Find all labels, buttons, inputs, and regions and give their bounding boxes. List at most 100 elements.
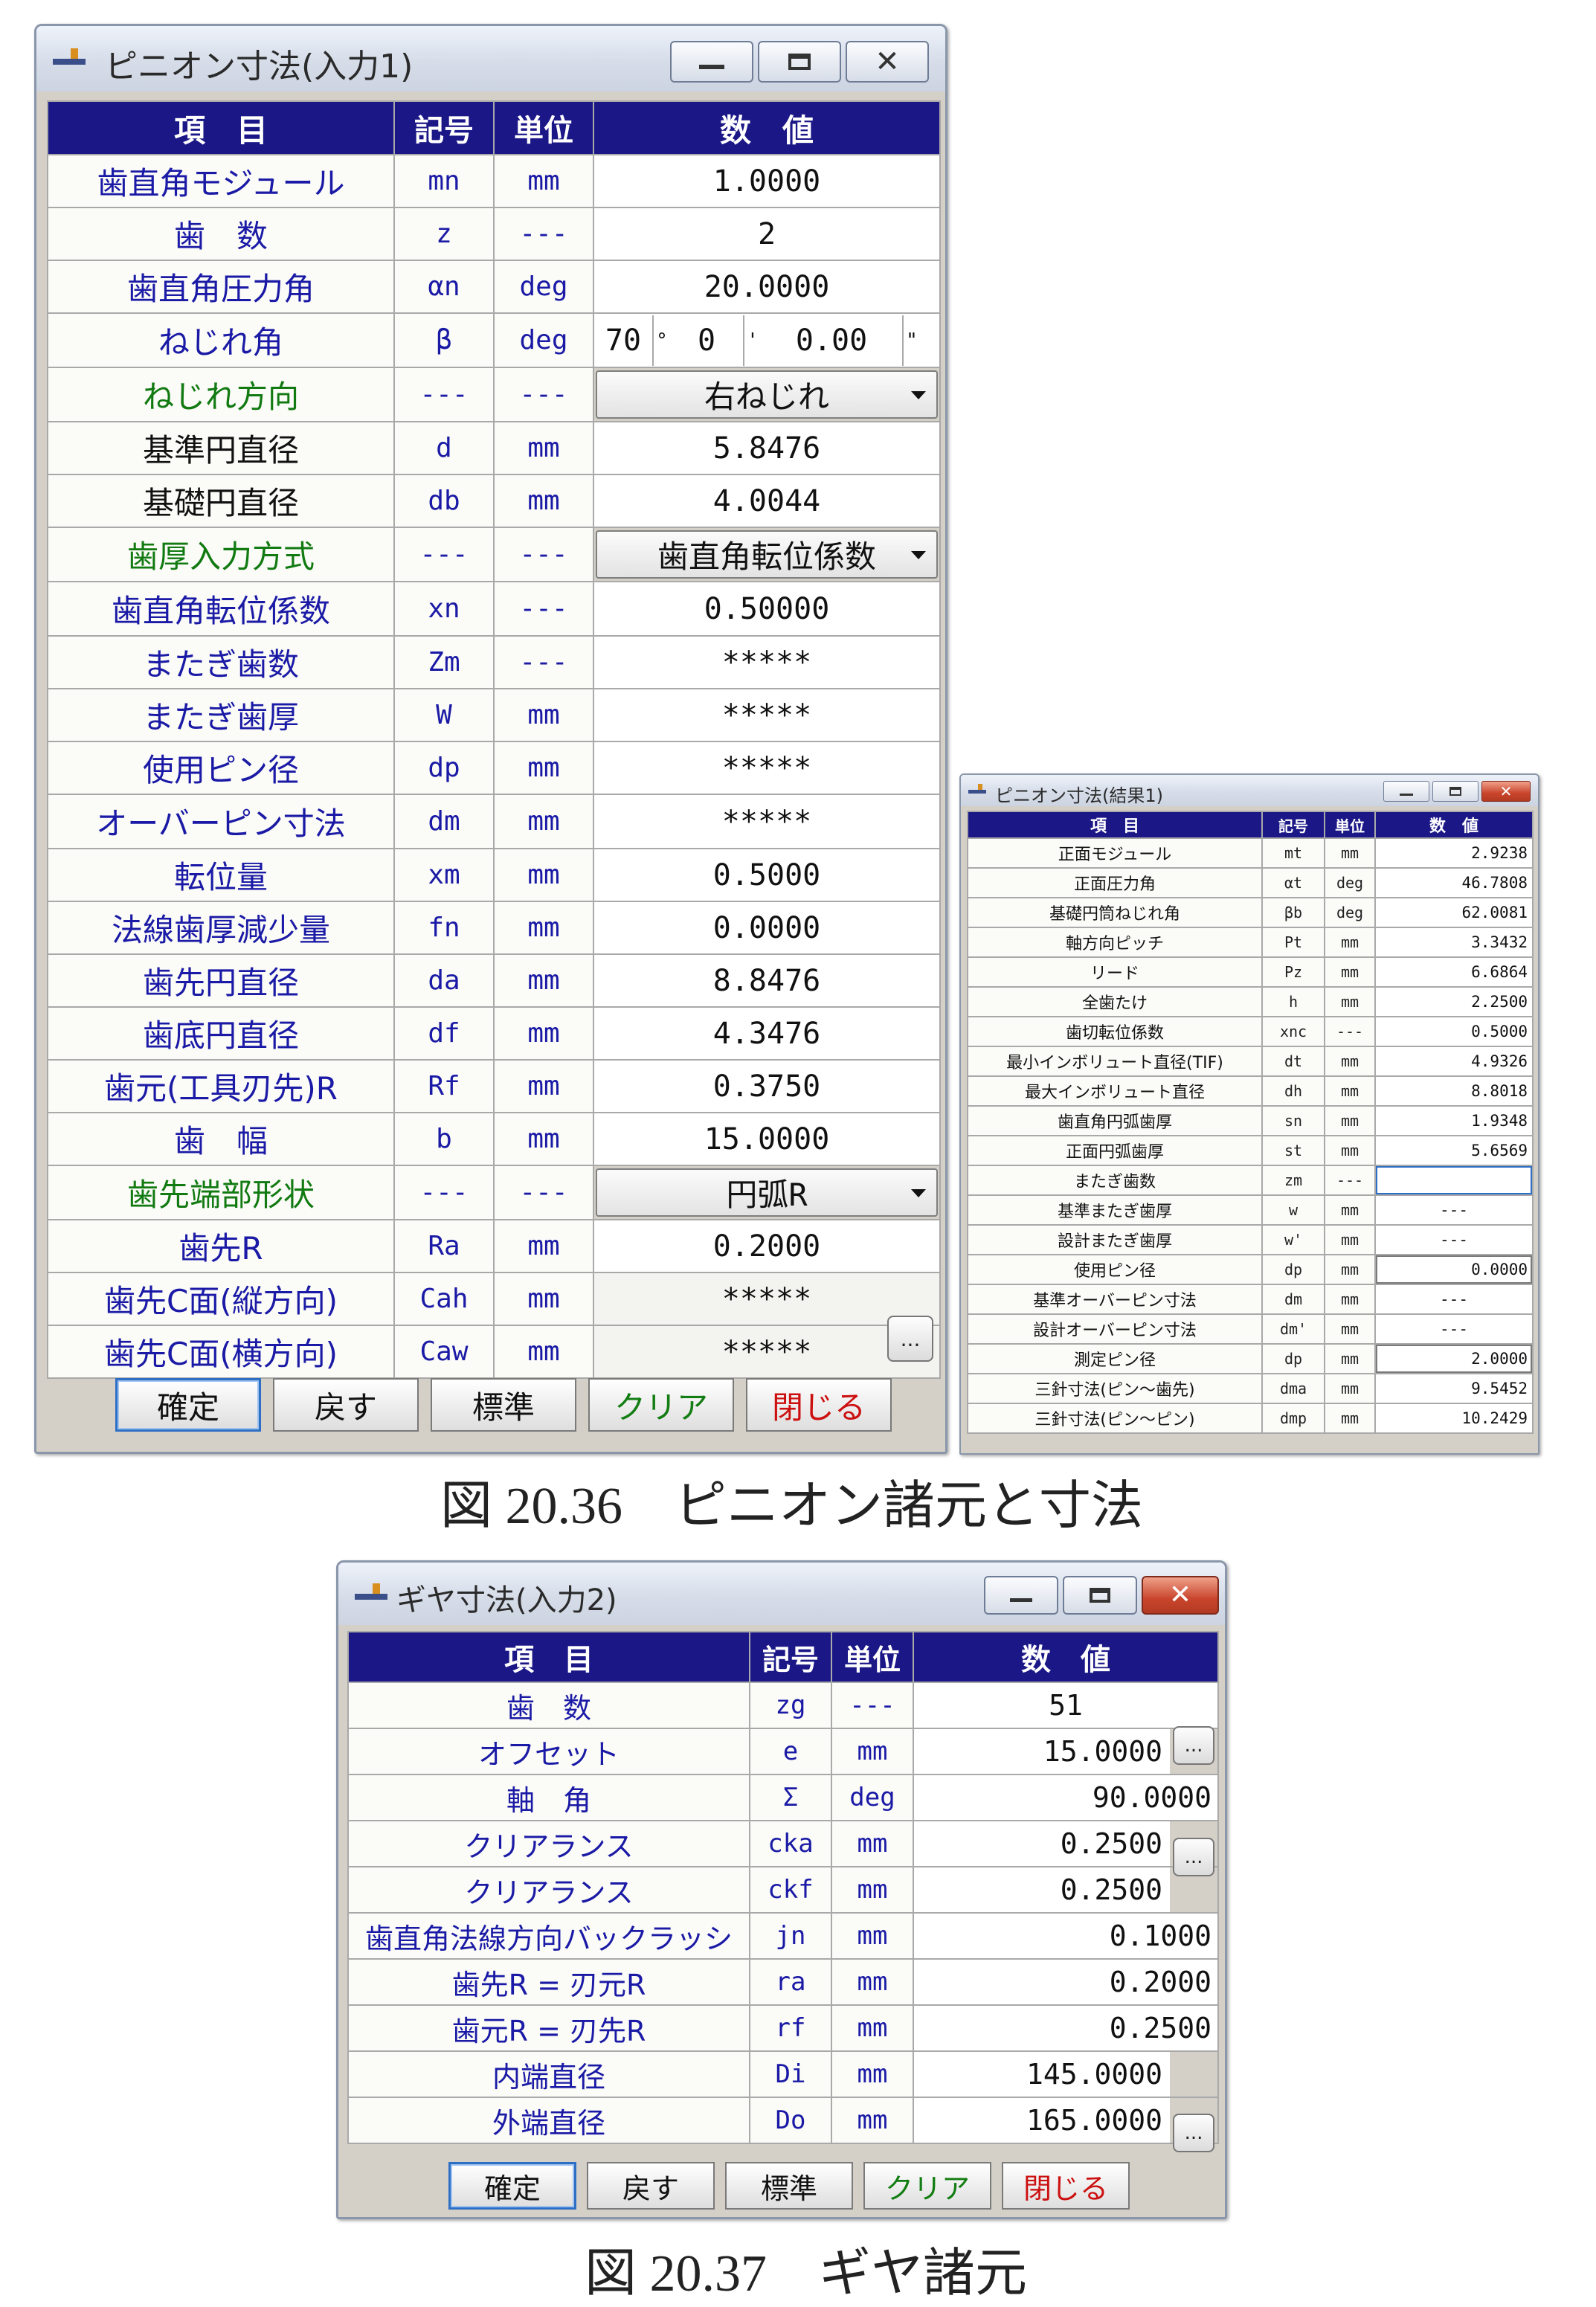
row-unit: deg <box>1324 897 1376 928</box>
diameter-detail-button[interactable]: ... <box>1173 2114 1214 2152</box>
chevron-down-icon <box>911 550 926 559</box>
row-value[interactable]: ***** <box>593 794 941 849</box>
offset-detail-button[interactable]: ... <box>1173 1726 1214 1765</box>
row-label: 最大インボリュート直径 <box>967 1075 1263 1107</box>
row-unit: mm <box>1324 837 1376 869</box>
row-value[interactable]: 90.0000 <box>913 1774 1219 1821</box>
gear-back-button[interactable]: 戻す <box>587 2162 715 2210</box>
gear-close-icon: ✕ <box>1168 1580 1192 1610</box>
gear-standard-button[interactable]: 標準 <box>725 2162 853 2210</box>
row-symbol: dma <box>1261 1373 1325 1404</box>
result-title-bar[interactable]: ピニオン寸法(結果1) ✕ <box>961 775 1538 808</box>
result-close-window-button[interactable]: ✕ <box>1481 781 1531 802</box>
row-value[interactable]: 15.0000 <box>593 1112 941 1166</box>
row-unit: mm <box>831 1820 914 1867</box>
row-input[interactable] <box>1374 1165 1534 1196</box>
gear-header-symbol: 記号 <box>749 1631 832 1683</box>
result-maximize-button[interactable] <box>1432 781 1478 802</box>
row-unit: --- <box>1324 1165 1376 1196</box>
row-unit: mm <box>831 2097 914 2144</box>
row-unit: mm <box>831 1866 914 1914</box>
row-value[interactable]: 0.50000 <box>593 581 941 637</box>
dropdown[interactable]: 歯直角転位係数 <box>596 530 938 579</box>
row-symbol: --- <box>393 527 495 582</box>
row-unit: mm <box>493 901 594 955</box>
row-symbol: cka <box>749 1820 832 1867</box>
row-label: 歯 幅 <box>47 1112 395 1166</box>
row-label: 歯元(工具刃先)R <box>47 1059 395 1113</box>
gear-minimize-button[interactable] <box>984 1576 1058 1615</box>
row-unit: mm <box>493 1006 594 1061</box>
row-value: 46.7808 <box>1374 867 1534 898</box>
row-value[interactable]: 0.2500 <box>913 1866 1219 1914</box>
row-label: 歯直角法線方向バックラッシ <box>347 1912 750 1960</box>
table-row: 軸 角 Σdeg 90.0000 <box>347 1774 1219 1821</box>
back-button[interactable]: 戻す <box>273 1378 419 1432</box>
dms-value[interactable]: 0 <box>670 315 744 366</box>
row-unit: --- <box>1324 1016 1376 1047</box>
row-input[interactable]: 0.0000 <box>1374 1254 1534 1285</box>
clear-button[interactable]: クリア <box>588 1378 734 1432</box>
row-unit: mm <box>493 688 594 742</box>
row-value[interactable]: 2 <box>593 207 941 261</box>
table-row: 歯先R = 刃元R ra mm 0.2000 <box>347 1958 1219 2006</box>
row-symbol: sn <box>1261 1105 1325 1136</box>
row-value[interactable]: 20.0000 <box>593 260 941 314</box>
minimize-button[interactable] <box>670 41 753 83</box>
table-row: 正面円弧歯厚 st mm 5.6569 <box>967 1135 1534 1166</box>
row-value[interactable]: ***** <box>593 741 941 795</box>
row-select[interactable]: 右ねじれ <box>593 367 941 422</box>
title-bar[interactable]: ピニオン寸法(入力1) ✕ <box>36 26 945 93</box>
angle-dms-input[interactable]: 70 ° 0 ' 0.00 " <box>593 312 941 368</box>
chamfer-detail-button[interactable]: ... <box>887 1316 933 1362</box>
maximize-button[interactable] <box>758 41 841 83</box>
dropdown[interactable]: 円弧R <box>596 1168 938 1217</box>
gear-maximize-button[interactable] <box>1063 1576 1137 1615</box>
row-unit: mm <box>1324 1343 1376 1374</box>
row-select[interactable]: 円弧R <box>593 1165 941 1220</box>
row-value[interactable]: 145.0000 <box>913 2050 1219 2098</box>
row-input[interactable]: 2.0000 <box>1374 1343 1534 1374</box>
row-label: 歯直角モジュール <box>47 154 395 208</box>
row-value[interactable]: 4.3476 <box>593 1006 941 1061</box>
gear-confirm-button[interactable]: 確定 <box>448 2162 576 2210</box>
result-minimize-button[interactable] <box>1383 781 1429 802</box>
row-value[interactable]: 8.8476 <box>593 953 941 1008</box>
table-row: 使用ピン径 dp mm ***** <box>47 741 941 795</box>
gear-close-window-button[interactable]: ✕ <box>1142 1576 1219 1615</box>
row-value[interactable]: 51 <box>913 1682 1219 1729</box>
row-value[interactable]: 0.2000 <box>593 1219 941 1273</box>
header-item: 項 目 <box>47 100 395 155</box>
dms-value[interactable]: 0.00 <box>761 315 904 366</box>
row-symbol: jn <box>749 1912 832 1960</box>
row-value[interactable]: 0.2500 <box>913 2004 1219 2052</box>
row-value: 2.9238 <box>1374 837 1534 869</box>
row-value[interactable]: 0.0000 <box>593 901 941 955</box>
dms-unit: ' <box>747 329 759 352</box>
row-value[interactable]: ***** <box>593 635 941 689</box>
row-symbol: w <box>1261 1194 1325 1226</box>
row-label: 歯厚入力方式 <box>47 527 395 582</box>
row-value[interactable]: ***** <box>593 688 941 742</box>
row-value[interactable]: 0.5000 <box>593 848 941 902</box>
confirm-button[interactable]: 確定 <box>115 1378 261 1432</box>
dms-value[interactable]: 70 <box>595 315 654 366</box>
row-label: 歯切転位係数 <box>967 1016 1263 1047</box>
gear-title-bar[interactable]: ギヤ寸法(入力2) ✕ <box>338 1563 1225 1627</box>
row-value[interactable]: 1.0000 <box>593 154 941 208</box>
row-value[interactable]: 0.2000 <box>913 1958 1219 2006</box>
row-select[interactable]: 歯直角転位係数 <box>593 527 941 582</box>
table-row: 測定ピン径 dp mm 2.0000 <box>967 1343 1534 1374</box>
row-value[interactable]: 4.0044 <box>593 474 941 528</box>
table-row: 歯底円直径 df mm 4.3476 <box>47 1006 941 1061</box>
gear-clear-button[interactable]: クリア <box>863 2162 991 2210</box>
clearance-detail-button[interactable]: ... <box>1173 1838 1214 1876</box>
close-button[interactable]: 閉じる <box>746 1378 892 1432</box>
row-value[interactable]: 0.1000 <box>913 1912 1219 1960</box>
standard-button[interactable]: 標準 <box>431 1378 576 1432</box>
row-value[interactable]: 5.8476 <box>593 421 941 475</box>
dropdown[interactable]: 右ねじれ <box>596 370 938 419</box>
gear-close-button[interactable]: 閉じる <box>1002 2162 1130 2210</box>
close-window-button[interactable]: ✕ <box>846 41 929 83</box>
row-value[interactable]: 0.3750 <box>593 1059 941 1113</box>
